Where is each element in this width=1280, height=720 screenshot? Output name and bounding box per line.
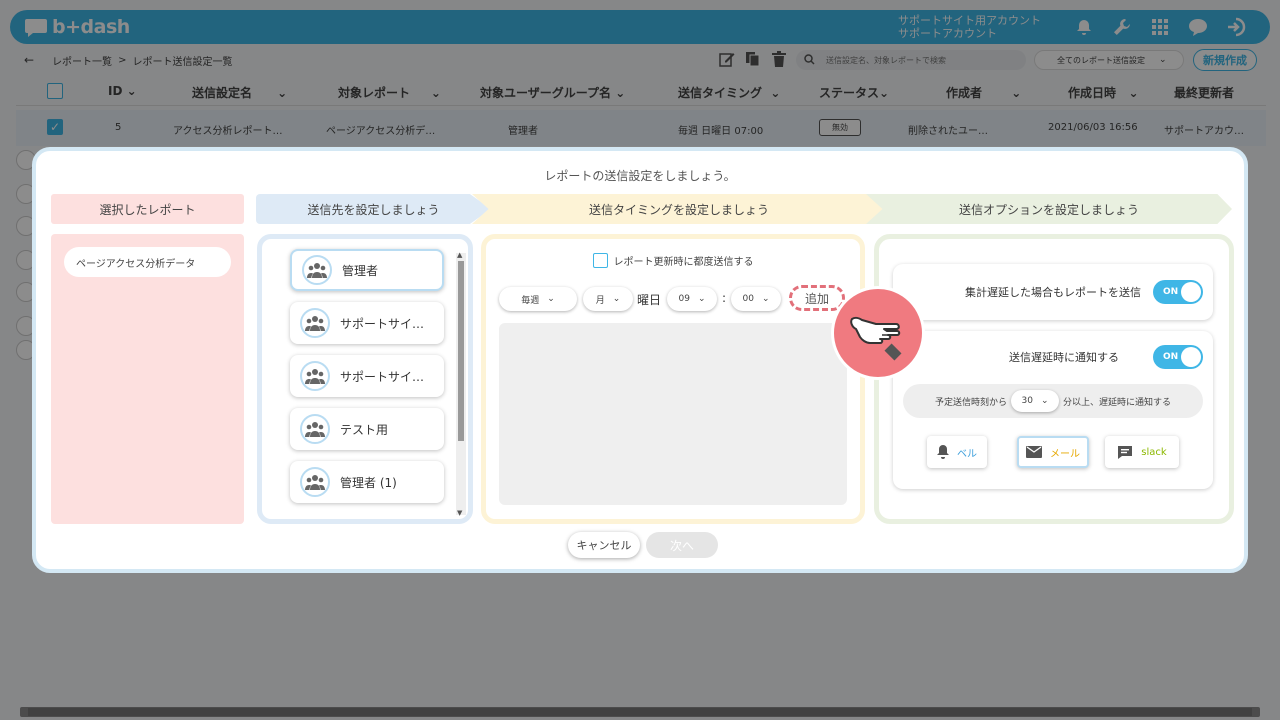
timing-list-area xyxy=(499,323,847,505)
delay-threshold-row: 予定送信時刻から 30 ⌄ 分以上、遅延時に通知する xyxy=(903,384,1203,418)
mail-icon xyxy=(1026,446,1042,458)
notify-toggle[interactable]: ON xyxy=(1153,345,1203,369)
group-name: サポートサイ… xyxy=(340,369,425,384)
group-icon xyxy=(300,308,330,338)
group-name: テスト用 xyxy=(340,422,389,437)
hour-select[interactable]: 09 ⌄ xyxy=(667,287,717,311)
group-item[interactable]: サポートサイ… xyxy=(290,355,444,397)
delay-send-toggle[interactable]: ON xyxy=(1153,280,1203,304)
step-selected-report: 選択したレポート xyxy=(51,194,244,224)
pointing-hand-icon xyxy=(831,286,925,380)
notify-slack-button[interactable]: slack xyxy=(1105,436,1179,468)
chevron-down-icon: ⌄ xyxy=(547,294,555,304)
group-item[interactable]: 管理者 xyxy=(290,249,444,291)
add-timing-button[interactable]: 追加 xyxy=(789,285,845,311)
delay-prefix: 予定送信時刻から xyxy=(934,397,1007,408)
group-icon xyxy=(300,467,330,497)
time-colon: : xyxy=(722,291,727,305)
weekday-suffix: 曜日 xyxy=(637,293,662,307)
delay-suffix: 分以上、遅延時に通知する xyxy=(1063,397,1172,408)
chevron-down-icon: ⌄ xyxy=(761,294,770,304)
every-update-checkbox[interactable] xyxy=(592,253,608,268)
group-icon xyxy=(300,414,330,444)
next-button[interactable]: 次へ xyxy=(646,532,718,558)
cancel-button[interactable]: キャンセル xyxy=(568,532,640,558)
group-name: 管理者 (1) xyxy=(340,475,397,490)
notify-label: 送信遅延時に通知する xyxy=(1009,351,1119,364)
every-update-option[interactable]: レポート更新時に都度送信する xyxy=(486,253,860,268)
options-panel: 集計遅延した場合もレポートを送信 ON 送信遅延時に通知する ON 予定送信時刻… xyxy=(874,234,1234,524)
group-name: サポートサイ… xyxy=(340,316,425,331)
group-list-scrollbar[interactable]: ▲ ▼ xyxy=(456,251,466,517)
delay-notify-option: 送信遅延時に通知する ON 予定送信時刻から 30 ⌄ 分以上、遅延時に通知する … xyxy=(893,331,1213,489)
chevron-down-icon: ⌄ xyxy=(697,294,706,304)
group-item[interactable]: 管理者 (1) xyxy=(290,461,444,503)
step-timing: 送信タイミングを設定しましょう xyxy=(472,194,886,224)
bell-icon xyxy=(937,445,949,459)
send-settings-modal: レポートの送信設定をしましょう。 選択したレポート 送信先を設定しましょう 送信… xyxy=(32,147,1248,573)
group-item[interactable]: テスト用 xyxy=(290,408,444,450)
minute-select[interactable]: 00 ⌄ xyxy=(731,287,781,311)
selected-report-panel: ページアクセス分析データ xyxy=(51,234,244,524)
message-icon xyxy=(1118,446,1133,459)
every-update-label: レポート更新時に都度送信する xyxy=(613,257,754,268)
weekday-select[interactable]: 月 ⌄ xyxy=(583,287,633,311)
group-icon xyxy=(302,255,332,285)
group-icon xyxy=(300,361,330,391)
delay-send-label: 集計遅延した場合もレポートを送信 xyxy=(965,286,1141,299)
chevron-down-icon: ⌄ xyxy=(612,294,621,304)
delay-minutes-select[interactable]: 30 ⌄ xyxy=(1011,390,1059,412)
recipient-group-panel: 管理者 サポートサイ… サポートサイ… テスト用 管理者 (1) ▲ ▼ xyxy=(257,234,473,524)
step-recipients: 送信先を設定しましょう xyxy=(256,194,491,224)
timing-panel: レポート更新時に都度送信する 毎週 ⌄ 月 ⌄ 曜日 09 ⌄ : 00 ⌄ 追加 xyxy=(481,234,865,524)
group-name: 管理者 xyxy=(342,263,379,278)
notify-bell-button[interactable]: ベル xyxy=(927,436,987,468)
step-options: 送信オプションを設定しましょう xyxy=(866,194,1232,224)
delay-send-option: 集計遅延した場合もレポートを送信 ON xyxy=(893,264,1213,320)
frequency-select[interactable]: 毎週 ⌄ xyxy=(499,287,577,311)
notify-mail-button[interactable]: メール xyxy=(1017,436,1089,468)
chevron-down-icon: ⌄ xyxy=(1040,396,1049,406)
selected-report-chip: ページアクセス分析データ xyxy=(64,247,231,277)
group-item[interactable]: サポートサイ… xyxy=(290,302,444,344)
modal-title: レポートの送信設定をしましょう。 xyxy=(544,169,736,183)
